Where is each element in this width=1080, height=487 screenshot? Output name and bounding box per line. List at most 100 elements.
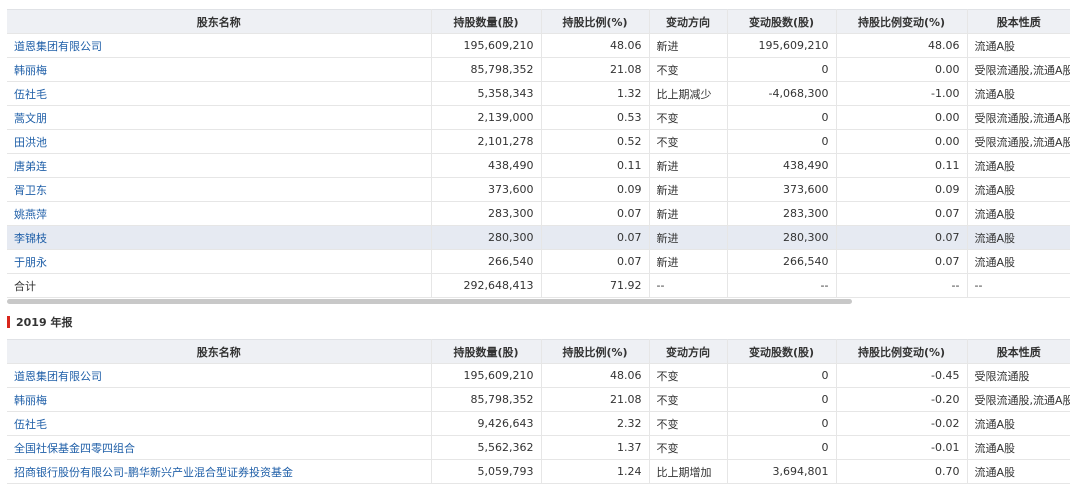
table-row: 伍社毛 5,358,343 1.32 比上期减少 -4,068,300 -1.00 流通A股 (7, 81, 1070, 106)
table-row: 胥卫东 373,600 0.09 新进 373,600 0.09 流通A股 (7, 177, 1070, 202)
holders-table-current: 股东名称 持股数量(股) 持股比例(%) 变动方向 变动股数(股) 持股比例变动… (7, 9, 1070, 298)
table-row: 道恩集团有限公司 195,609,210 48.06 不变 0 -0.45 受限流通股 (7, 363, 1070, 388)
holder-name[interactable]: 田洪池 (7, 129, 432, 154)
shares-cell: 2,139,000 (431, 105, 542, 130)
total-ratio-change-cell: -- (836, 273, 968, 298)
holder-name[interactable]: 姚燕萍 (7, 201, 432, 226)
table-header-row: 股东名称 持股数量(股) 持股比例(%) 变动方向 变动股数(股) 持股比例变动… (7, 339, 1070, 364)
ratio-cell: 1.24 (541, 459, 650, 484)
change-cell: 266,540 (727, 249, 837, 274)
holder-name[interactable]: 蒿文朋 (7, 105, 432, 130)
holder-name[interactable]: 胥卫东 (7, 177, 432, 202)
holder-name[interactable]: 伍社毛 (7, 81, 432, 106)
holder-name[interactable]: 道恩集团有限公司 (7, 363, 432, 388)
ratio-change-cell: -0.45 (836, 363, 968, 388)
col-header-change[interactable]: 变动股数(股) (727, 9, 837, 34)
ratio-change-cell: -0.20 (836, 387, 968, 412)
col-header-type[interactable]: 股本性质 (967, 9, 1070, 34)
table-row: 唐弟连 438,490 0.11 新进 438,490 0.11 流通A股 (7, 153, 1070, 178)
share-type-cell: 流通A股 (967, 411, 1070, 436)
holder-name[interactable]: 唐弟连 (7, 153, 432, 178)
holder-name[interactable]: 伍社毛 (7, 411, 432, 436)
ratio-change-cell: 0.07 (836, 201, 968, 226)
change-cell: 3,694,801 (727, 459, 837, 484)
share-type-cell: 流通A股 (967, 435, 1070, 460)
col-header-ratio-change[interactable]: 持股比例变动(%) (836, 9, 968, 34)
change-cell: -4,068,300 (727, 81, 837, 106)
ratio-change-cell: 0.07 (836, 249, 968, 274)
direction-cell: 新进 (649, 225, 728, 250)
total-direction-cell: -- (649, 273, 728, 298)
col-header-direction[interactable]: 变动方向 (649, 9, 728, 34)
ratio-cell: 0.09 (541, 177, 650, 202)
col-header-ratio[interactable]: 持股比例(%) (541, 339, 650, 364)
change-cell: 373,600 (727, 177, 837, 202)
total-ratio-cell: 71.92 (541, 273, 650, 298)
holder-name[interactable]: 全国社保基金四零四组合 (7, 435, 432, 460)
change-cell: 283,300 (727, 201, 837, 226)
total-row: 合计 292,648,413 71.92 -- -- -- -- (7, 273, 1070, 298)
shares-cell: 85,798,352 (431, 57, 542, 82)
col-header-ratio[interactable]: 持股比例(%) (541, 9, 650, 34)
direction-cell: 比上期减少 (649, 81, 728, 106)
ratio-cell: 0.07 (541, 201, 650, 226)
shares-cell: 438,490 (431, 153, 542, 178)
direction-cell: 新进 (649, 153, 728, 178)
holder-name[interactable]: 韩丽梅 (7, 57, 432, 82)
col-header-ratio-change[interactable]: 持股比例变动(%) (836, 339, 968, 364)
table-row: 姚燕萍 283,300 0.07 新进 283,300 0.07 流通A股 (7, 201, 1070, 226)
ratio-change-cell: 0.09 (836, 177, 968, 202)
col-header-shares[interactable]: 持股数量(股) (431, 339, 542, 364)
ratio-cell: 0.53 (541, 105, 650, 130)
ratio-cell: 48.06 (541, 33, 650, 58)
shares-cell: 9,426,643 (431, 411, 542, 436)
col-header-shares[interactable]: 持股数量(股) (431, 9, 542, 34)
change-cell: 0 (727, 387, 837, 412)
holder-name[interactable]: 道恩集团有限公司 (7, 33, 432, 58)
col-header-name[interactable]: 股东名称 (7, 339, 432, 364)
shares-cell: 5,562,362 (431, 435, 542, 460)
change-cell: 0 (727, 57, 837, 82)
col-header-name[interactable]: 股东名称 (7, 9, 432, 34)
share-type-cell: 流通A股 (967, 225, 1070, 250)
table-row: 伍社毛 9,426,643 2.32 不变 0 -0.02 流通A股 (7, 411, 1070, 436)
ratio-change-cell: -1.00 (836, 81, 968, 106)
share-type-cell: 流通A股 (967, 459, 1070, 484)
ratio-change-cell: 48.06 (836, 33, 968, 58)
change-cell: 0 (727, 105, 837, 130)
ratio-change-cell: 0.00 (836, 105, 968, 130)
shares-cell: 2,101,278 (431, 129, 542, 154)
change-cell: 0 (727, 411, 837, 436)
section-title-2019: 2019 年报 (7, 314, 72, 330)
shares-cell: 5,059,793 (431, 459, 542, 484)
col-header-type[interactable]: 股本性质 (967, 339, 1070, 364)
section-title-text: 2019 年报 (16, 316, 73, 329)
table-row: 全国社保基金四零四组合 5,562,362 1.37 不变 0 -0.01 流通A股 (7, 435, 1070, 460)
shares-cell: 195,609,210 (431, 33, 542, 58)
shares-cell: 373,600 (431, 177, 542, 202)
change-cell: 0 (727, 129, 837, 154)
ratio-cell: 48.06 (541, 363, 650, 388)
holder-name[interactable]: 韩丽梅 (7, 387, 432, 412)
ratio-cell: 21.08 (541, 387, 650, 412)
shares-cell: 280,300 (431, 225, 542, 250)
holder-name[interactable]: 招商银行股份有限公司-鹏华新兴产业混合型证券投资基金 (7, 459, 432, 484)
table-row: 蒿文朋 2,139,000 0.53 不变 0 0.00 受限流通股,流通A股 (7, 105, 1070, 130)
direction-cell: 不变 (649, 105, 728, 130)
holder-name[interactable]: 李锦枝 (7, 225, 432, 250)
horizontal-scrollbar[interactable] (7, 299, 852, 304)
table-row: 田洪池 2,101,278 0.52 不变 0 0.00 受限流通股,流通A股 (7, 129, 1070, 154)
direction-cell: 不变 (649, 363, 728, 388)
ratio-change-cell: 0.00 (836, 57, 968, 82)
direction-cell: 不变 (649, 411, 728, 436)
col-header-change[interactable]: 变动股数(股) (727, 339, 837, 364)
holder-name[interactable]: 于朋永 (7, 249, 432, 274)
ratio-cell: 21.08 (541, 57, 650, 82)
col-header-direction[interactable]: 变动方向 (649, 339, 728, 364)
ratio-cell: 0.52 (541, 129, 650, 154)
change-cell: 280,300 (727, 225, 837, 250)
ratio-cell: 0.11 (541, 153, 650, 178)
share-type-cell: 受限流通股,流通A股 (967, 105, 1070, 130)
share-type-cell: 受限流通股,流通A股 (967, 57, 1070, 82)
shares-cell: 195,609,210 (431, 363, 542, 388)
